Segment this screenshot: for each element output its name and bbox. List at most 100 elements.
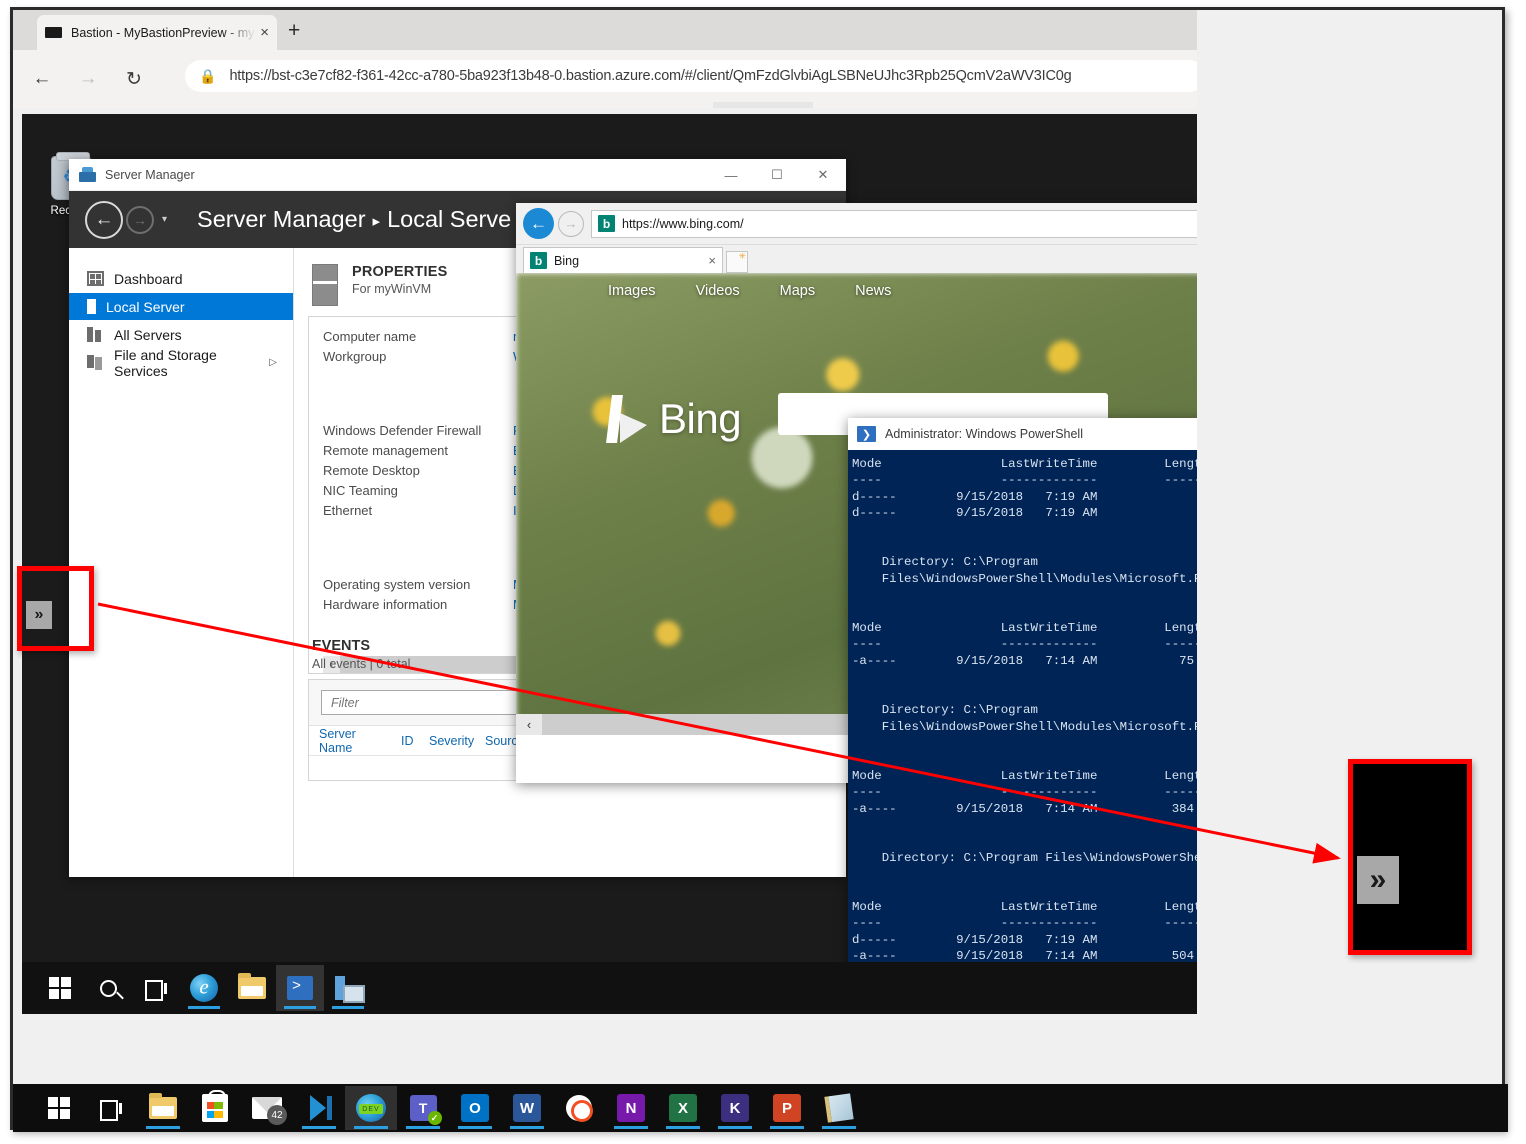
console-line: ---- ------------- ----- [852,916,1197,931]
powershell-console[interactable]: Mode LastWriteTime Lengt ---- -----------… [848,450,1197,988]
close-icon[interactable]: × [260,25,269,40]
windows-logo-icon [48,1097,70,1119]
host-microsoft-store-button[interactable] [189,1086,241,1130]
filter-input[interactable]: Filter ⌕ [321,690,549,715]
sidebar-item-dashboard[interactable]: Dashboard [69,265,293,292]
property-label: NIC Teaming [323,483,398,498]
forward-icon[interactable]: → [126,205,154,234]
sidebar-item-file-and-storage-services[interactable]: File and Storage Services ▷ [69,347,293,379]
lock-icon: 🔒 [199,67,217,84]
host-skype-button[interactable] [553,1086,605,1130]
vm-server-manager-button[interactable] [324,965,372,1011]
bing-logo-text: Bing [659,395,742,442]
bastion-chevron-icon-zoomed[interactable]: » [1357,856,1399,904]
sidebar-item-local-server[interactable]: Local Server [69,293,293,320]
minimize-button[interactable]: — [708,159,754,191]
powershell-icon: ❯ [857,426,876,442]
property-label: Hardware information [323,597,448,612]
back-icon[interactable]: ← [85,200,123,239]
ie-horizontal-scrollbar[interactable]: ‹ [516,714,850,735]
bing-nav-videos[interactable]: Videos [696,283,740,299]
scroll-left-icon[interactable]: ‹ [516,714,542,735]
bing-nav-news[interactable]: News [855,283,891,299]
sticky-notes-icon [824,1093,854,1123]
console-line: ---- ------------- ----- [852,473,1197,488]
reload-icon[interactable]: ↻ [117,62,151,96]
mail-unread-badge: 42 [267,1105,287,1125]
ie-new-tab-button[interactable] [726,251,748,273]
host-teams-button[interactable]: T [397,1086,449,1130]
vm-powershell-button[interactable] [276,965,324,1011]
host-task-view-button[interactable] [85,1086,137,1130]
filter-placeholder: Filter [331,695,359,710]
powershell-window[interactable]: ❯ Administrator: Windows PowerShell Mode… [848,418,1197,988]
bastion-chevron-icon[interactable]: » [26,601,52,629]
host-start-button[interactable] [33,1086,85,1130]
column-header-id[interactable]: ID [401,734,429,748]
host-powerpoint-button[interactable]: P [761,1086,813,1130]
all-servers-icon [87,327,104,342]
vm-start-button[interactable] [36,965,84,1011]
server-manager-titlebar[interactable]: Server Manager — ☐ ✕ [69,159,846,191]
host-file-explorer-button[interactable] [137,1086,189,1130]
onenote-icon: N [617,1094,645,1122]
forward-icon[interactable]: → [71,62,105,96]
host-mail-button[interactable]: 42 [241,1086,293,1130]
annotation-highlight-source: » [17,566,94,651]
bing-nav-maps[interactable]: Maps [780,283,815,299]
maximize-button[interactable]: ☐ [754,159,800,191]
close-button[interactable]: ✕ [800,159,846,191]
close-icon[interactable]: × [708,253,716,268]
bastion-session-viewport[interactable]: ♻ Recycle Server Manager — ☐ ✕ ← → [22,114,1197,1014]
edge-icon: DEV [356,1094,386,1122]
breadcrumb-current: Local Serve [387,206,512,232]
vm-task-view-button[interactable] [132,965,180,1011]
task-view-icon [145,979,167,1001]
host-kaizala-button[interactable]: K [709,1086,761,1130]
column-header-server-name[interactable]: Server Name [319,727,401,755]
host-taskbar: 42 DEV T O W N X K P [13,1084,1508,1132]
vm-search-button[interactable] [84,965,132,1011]
chevron-down-icon[interactable]: ▾ [162,214,167,225]
screenshot-root: Bastion - MyBastionPreview - my × + ← → … [0,0,1526,1144]
skype-icon [566,1095,593,1122]
ie-address-bar[interactable]: b https://www.bing.com/ ▾ [591,209,1197,238]
browser-tab-bastion[interactable]: Bastion - MyBastionPreview - my × [37,15,277,50]
vm-internet-explorer-button[interactable] [180,965,228,1011]
host-excel-button[interactable]: X [657,1086,709,1130]
powershell-titlebar[interactable]: ❯ Administrator: Windows PowerShell [848,418,1197,450]
new-tab-button[interactable]: + [288,20,300,41]
back-icon[interactable]: ← [25,62,59,96]
host-onenote-button[interactable]: N [605,1086,657,1130]
console-line: Mode LastWriteTime Lengt [852,621,1197,636]
vscode-icon [306,1095,332,1121]
vm-file-explorer-button[interactable] [228,965,276,1011]
page-loading-placeholder [713,102,813,108]
chevron-right-icon[interactable]: ▷ [269,357,277,368]
console-line: d----- 9/15/2018 7:19 AM [852,489,1098,504]
host-vscode-button[interactable] [293,1086,345,1130]
bing-nav: Images Videos Maps News [608,283,891,299]
console-line: -a---- 9/15/2018 7:14 AM 384 [852,801,1195,816]
host-edge-button[interactable]: DEV [345,1086,397,1130]
host-outlook-button[interactable]: O [449,1086,501,1130]
ie-tab-bing[interactable]: b Bing × [523,247,723,273]
address-bar[interactable]: 🔒 https://bst-c3e7cf82-f361-42cc-a780-5b… [185,60,1197,92]
back-icon[interactable]: ← [523,208,554,239]
host-sticky-notes-button[interactable] [813,1086,865,1130]
forward-icon[interactable]: → [558,210,584,237]
host-word-button[interactable]: W [501,1086,553,1130]
sidebar-item-all-servers[interactable]: All Servers [69,321,293,348]
breadcrumb-separator-icon: ▸ [372,212,381,230]
kaizala-icon: K [721,1094,749,1122]
column-header-severity[interactable]: Severity [429,734,485,748]
breadcrumb-root[interactable]: Server Manager [197,206,366,232]
server-manager-icon [335,976,365,1003]
console-line: Directory: C:\Program [852,703,1038,718]
outlook-icon: O [461,1094,489,1122]
bing-nav-images[interactable]: Images [608,283,656,299]
